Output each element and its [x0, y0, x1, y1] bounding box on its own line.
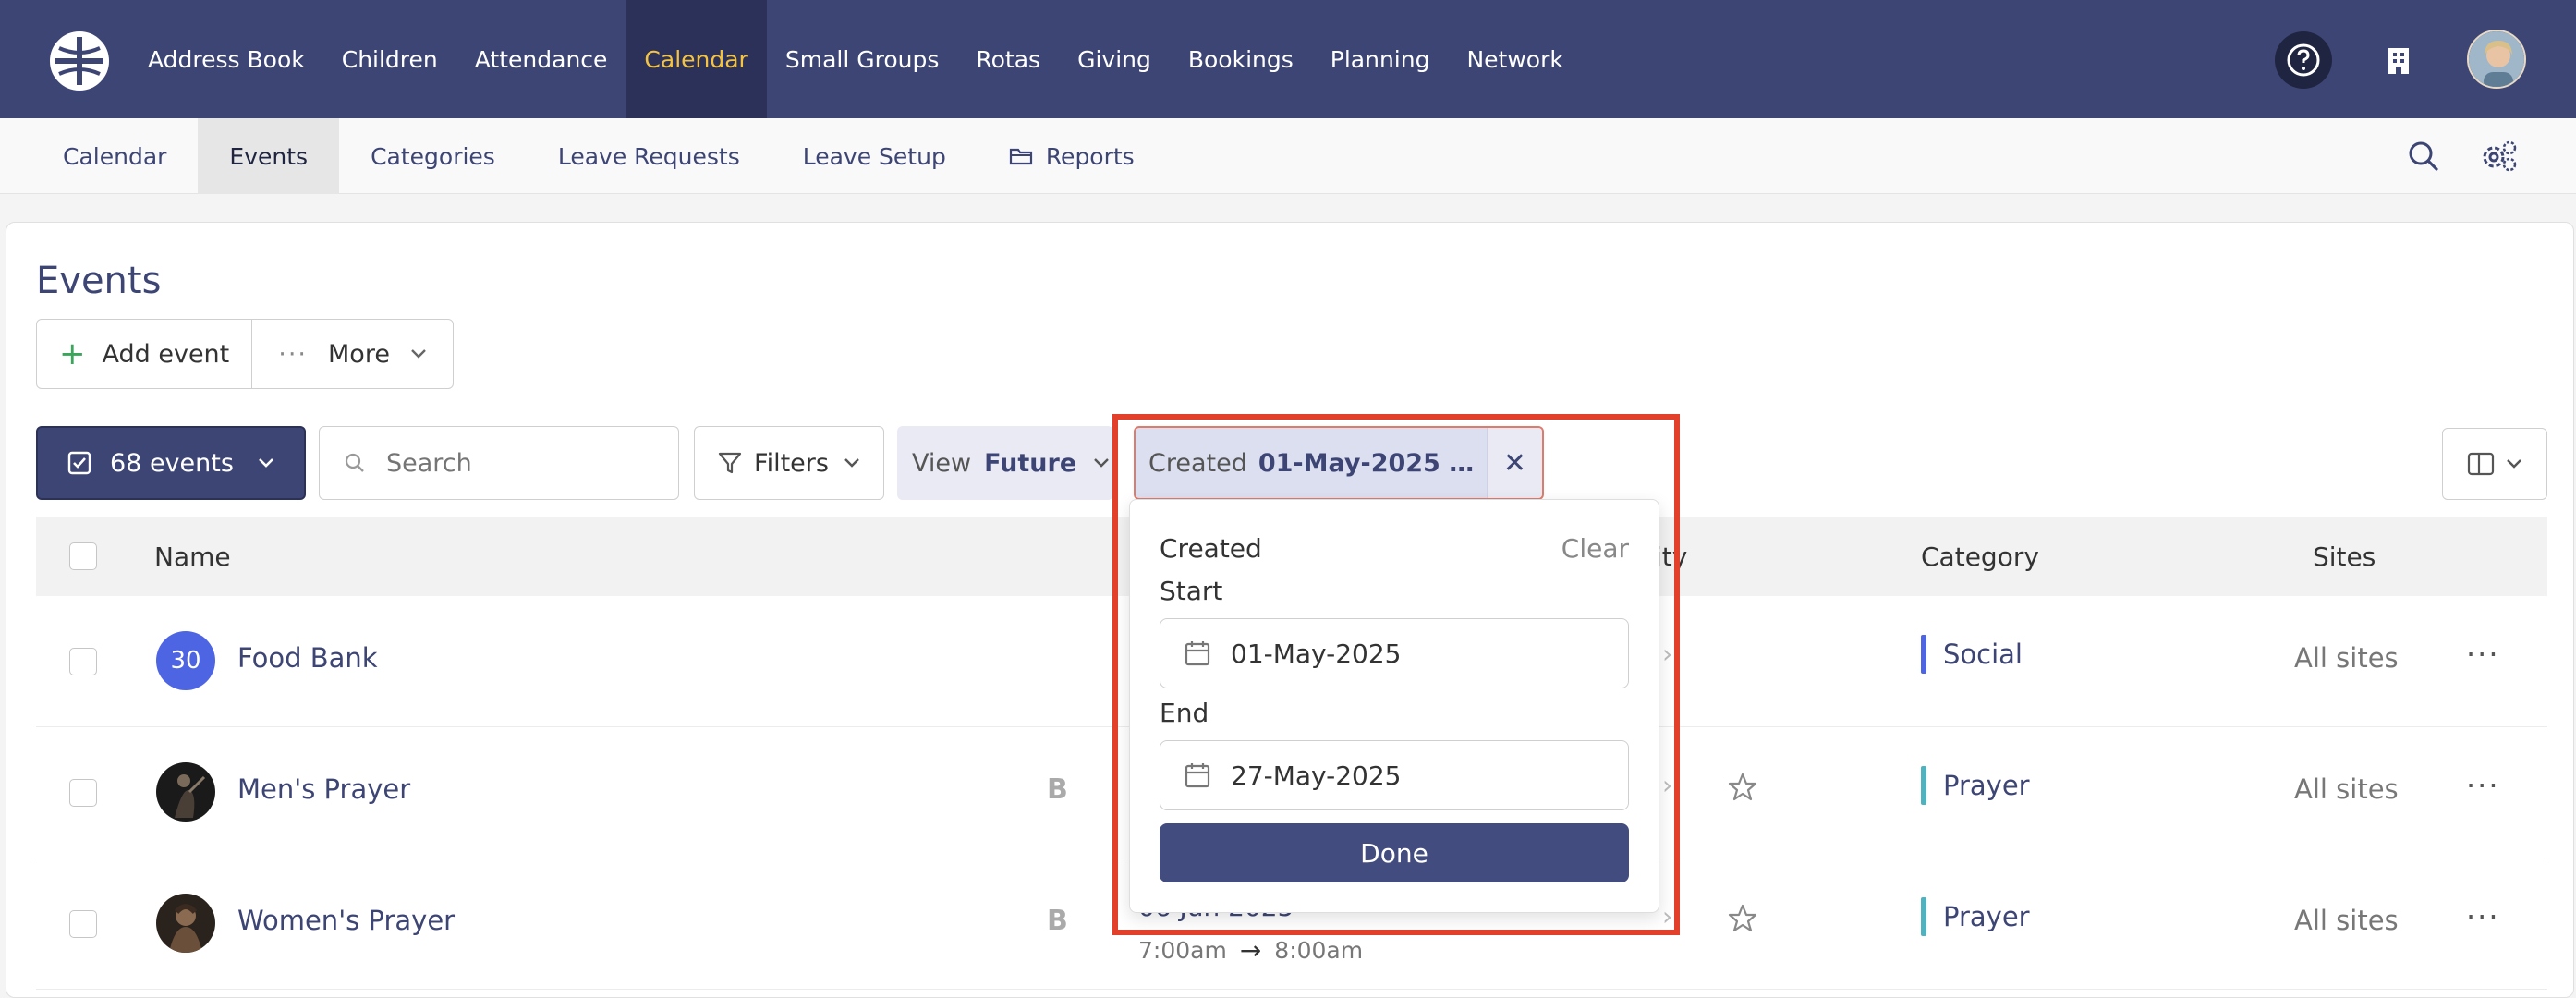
- event-time-range: 7:00am → 8:00am: [1138, 935, 1364, 966]
- sub-navigation: Calendar Events Categories Leave Request…: [0, 118, 2576, 194]
- checkbox-icon: [67, 451, 91, 475]
- nav-item-address-book[interactable]: Address Book: [129, 0, 323, 118]
- done-button[interactable]: Done: [1160, 823, 1629, 882]
- chevron-right-icon: ›: [1662, 770, 1673, 800]
- chevron-down-icon: [411, 349, 426, 359]
- category-color-bar: [1921, 766, 1926, 805]
- sub-nav-items: Calendar Events Categories Leave Request…: [31, 118, 1166, 194]
- tab-reports[interactable]: Reports: [978, 118, 1166, 194]
- category-label: Prayer: [1921, 897, 2030, 936]
- star-icon[interactable]: [1727, 772, 1758, 807]
- add-event-button[interactable]: + Add event: [37, 320, 253, 388]
- arrow-right-icon: →: [1239, 935, 1262, 966]
- column-layout-button[interactable]: [2442, 428, 2547, 500]
- search-icon: [345, 453, 364, 472]
- row-actions-ellipsis-icon[interactable]: ···: [2466, 899, 2500, 934]
- row-checkbox[interactable]: [69, 648, 97, 675]
- row-actions-ellipsis-icon[interactable]: ···: [2466, 768, 2500, 803]
- category-color-bar: [1921, 635, 1926, 674]
- tab-leave-setup[interactable]: Leave Setup: [772, 118, 978, 194]
- end-label: End: [1160, 698, 1209, 728]
- column-header-category[interactable]: Category: [1921, 517, 2039, 596]
- created-filter-chip[interactable]: Created 01-May-2025 - 2... ✕: [1134, 426, 1544, 500]
- sites-value: All sites: [2294, 773, 2399, 805]
- remove-filter-close-icon[interactable]: ✕: [1487, 428, 1542, 498]
- calendar-icon: [1185, 763, 1210, 788]
- star-icon[interactable]: [1727, 903, 1758, 938]
- top-nav-items: Address Book Children Attendance Calenda…: [129, 0, 1582, 118]
- search-field[interactable]: [319, 426, 679, 500]
- nav-item-children[interactable]: Children: [323, 0, 456, 118]
- event-name-link[interactable]: Men's Prayer: [237, 773, 410, 805]
- event-avatar: [156, 894, 215, 953]
- chevron-right-icon: ›: [1662, 639, 1673, 669]
- end-date-field[interactable]: 27-May-2025: [1160, 740, 1629, 810]
- search-input[interactable]: [386, 448, 663, 478]
- checkbox-box: [69, 542, 97, 570]
- building-icon[interactable]: [2373, 35, 2424, 87]
- nav-item-giving[interactable]: Giving: [1059, 0, 1170, 118]
- events-count-button[interactable]: 68 events: [36, 426, 306, 500]
- chevron-right-icon: ›: [1662, 901, 1673, 931]
- tab-events[interactable]: Events: [198, 118, 340, 194]
- column-header-sites[interactable]: Sites: [2313, 517, 2376, 596]
- sites-value: All sites: [2294, 905, 2399, 936]
- nav-item-bookings[interactable]: Bookings: [1170, 0, 1312, 118]
- nav-item-planning[interactable]: Planning: [1312, 0, 1449, 118]
- chevron-down-icon: [1094, 458, 1110, 468]
- column-header-name[interactable]: Name: [154, 517, 231, 596]
- start-label: Start: [1160, 576, 1223, 606]
- clear-button[interactable]: Clear: [1561, 533, 1629, 564]
- event-name-link[interactable]: Food Bank: [237, 642, 378, 674]
- plus-icon: +: [59, 335, 86, 372]
- row-checkbox[interactable]: [69, 910, 97, 938]
- view-selector[interactable]: View Future: [897, 426, 1113, 500]
- column-header-activity[interactable]: ity: [1655, 517, 1687, 596]
- settings-gear-icon[interactable]: [2480, 139, 2519, 177]
- select-all-checkbox[interactable]: [69, 517, 97, 596]
- created-date-popover: Created Clear Start 01-May-2025 End 27-M…: [1129, 499, 1659, 913]
- row-actions-ellipsis-icon[interactable]: ···: [2466, 637, 2500, 672]
- chevron-down-icon: [2507, 459, 2521, 469]
- more-button[interactable]: ··· More: [252, 320, 453, 388]
- nav-item-network[interactable]: Network: [1448, 0, 1581, 118]
- category-label: Prayer: [1921, 766, 2030, 805]
- category-label: Social: [1921, 635, 2023, 674]
- event-name-link[interactable]: Women's Prayer: [237, 905, 455, 936]
- action-button-group: + Add event ··· More: [36, 319, 454, 389]
- nav-item-attendance[interactable]: Attendance: [456, 0, 626, 118]
- category-color-bar: [1921, 897, 1926, 936]
- app-logo-icon[interactable]: [48, 30, 111, 92]
- search-icon[interactable]: [2406, 139, 2441, 177]
- nav-item-rotas[interactable]: Rotas: [957, 0, 1059, 118]
- ellipsis-icon: ···: [278, 339, 309, 369]
- nav-item-small-groups[interactable]: Small Groups: [767, 0, 958, 118]
- event-avatar: [156, 762, 215, 822]
- nav-item-calendar[interactable]: Calendar: [626, 0, 767, 118]
- chevron-down-icon: [844, 458, 859, 468]
- columns-icon: [2467, 452, 2495, 476]
- row-checkbox[interactable]: [69, 779, 97, 807]
- popover-title: Created: [1160, 533, 1262, 564]
- filter-icon: [718, 452, 742, 474]
- event-avatar: 30: [156, 631, 215, 690]
- sites-value: All sites: [2294, 642, 2399, 674]
- booking-b-icon: B: [1047, 773, 1068, 806]
- tab-categories[interactable]: Categories: [339, 118, 527, 194]
- tab-calendar[interactable]: Calendar: [31, 118, 198, 194]
- calendar-icon: [1185, 641, 1210, 666]
- page-title: Events: [36, 260, 162, 302]
- top-navigation: Address Book Children Attendance Calenda…: [0, 0, 2576, 118]
- filters-button[interactable]: Filters: [694, 426, 884, 500]
- folder-icon: [1009, 148, 1032, 165]
- help-icon[interactable]: [2275, 31, 2332, 89]
- user-avatar[interactable]: [2467, 30, 2526, 89]
- booking-b-icon: B: [1047, 905, 1068, 937]
- tab-leave-requests[interactable]: Leave Requests: [527, 118, 772, 194]
- start-date-field[interactable]: 01-May-2025: [1160, 618, 1629, 688]
- chevron-down-icon: [258, 458, 273, 468]
